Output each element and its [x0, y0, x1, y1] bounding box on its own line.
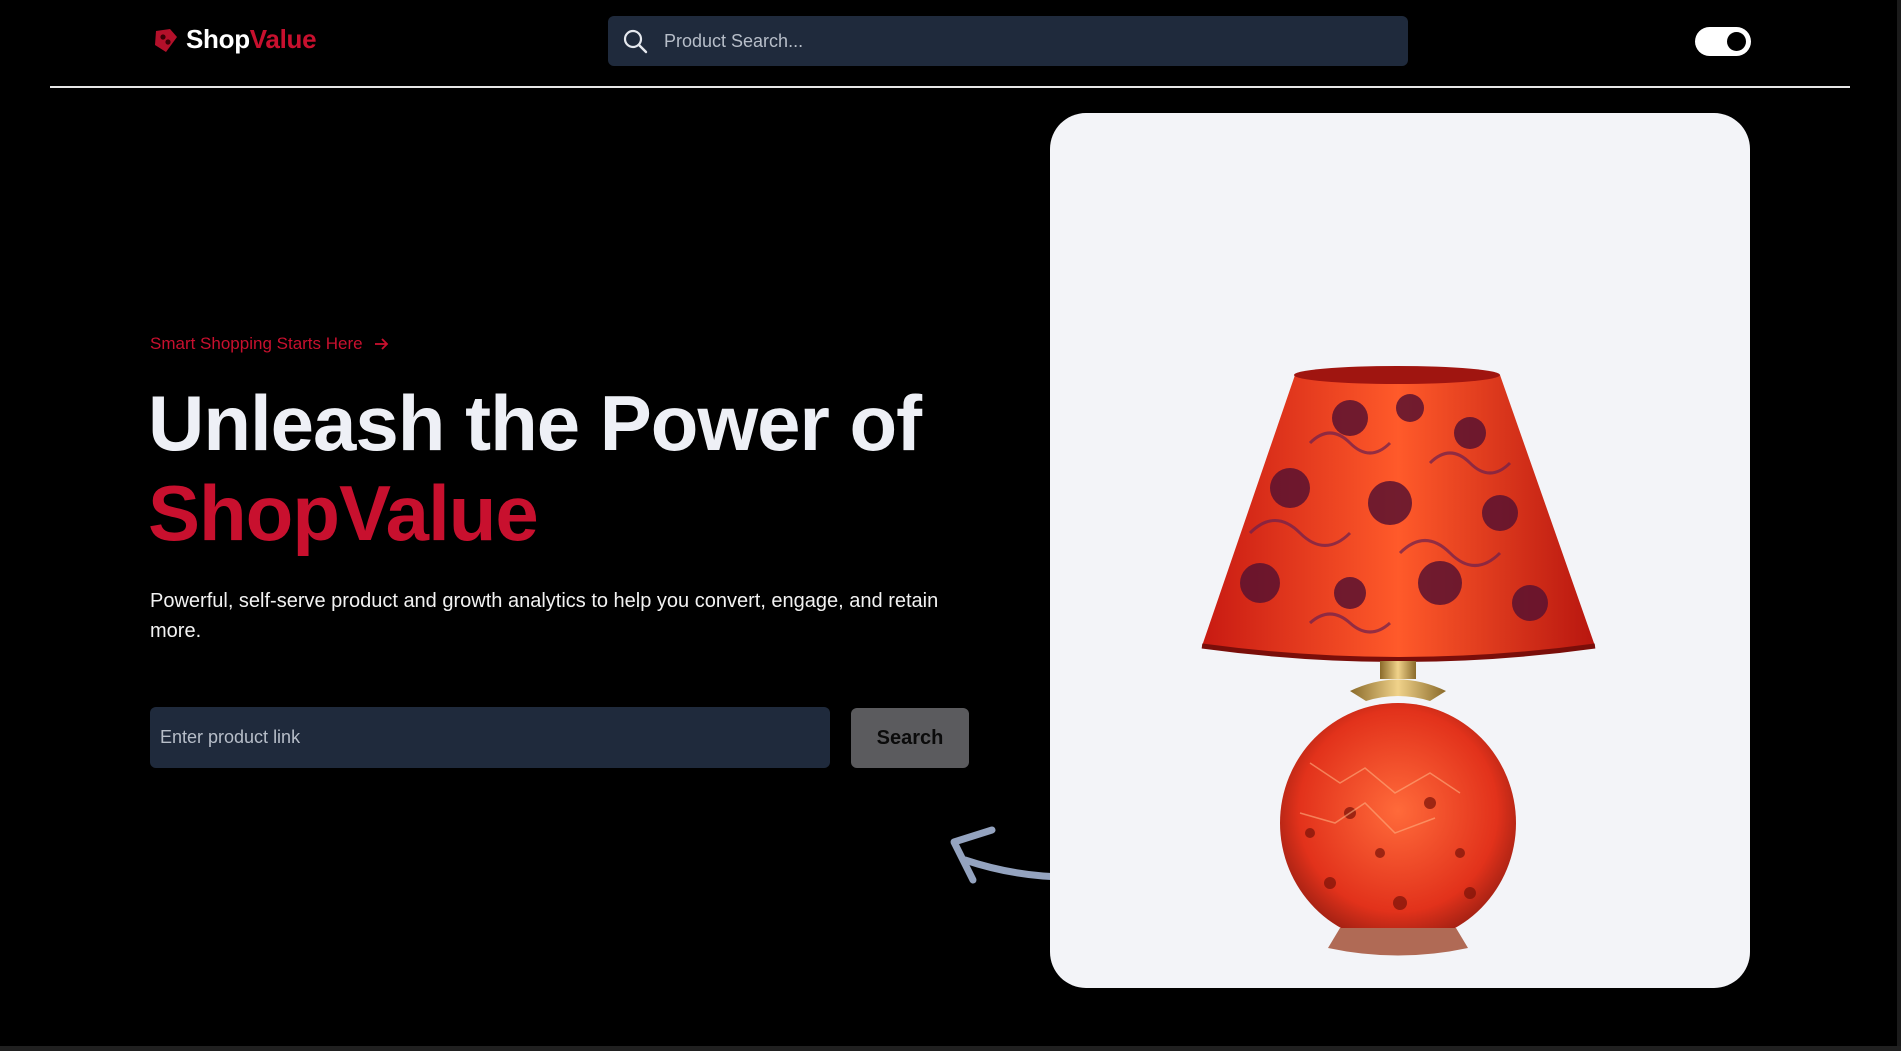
- table-lamp-illustration: [1201, 366, 1596, 956]
- tagline-text: Smart Shopping Starts Here: [150, 334, 363, 353]
- bottom-edge: [0, 1046, 1901, 1051]
- logo-icon: [155, 28, 177, 52]
- logo-text-shop: Shop: [186, 24, 250, 54]
- arrow-right-icon: [374, 338, 388, 350]
- tagline-link[interactable]: Smart Shopping Starts Here: [150, 334, 389, 354]
- headline-brand: ShopValue: [148, 469, 539, 557]
- hero-subtext: Powerful, self-serve product and growth …: [150, 590, 939, 642]
- theme-toggle[interactable]: [1695, 27, 1751, 56]
- logo-text-value: Value: [249, 24, 317, 54]
- headline-line-1: Unleash the Power of: [148, 379, 922, 467]
- product-link-input[interactable]: [150, 707, 830, 768]
- search-button[interactable]: Search: [851, 708, 969, 768]
- header-divider: [50, 86, 1850, 88]
- product-search-input[interactable]: [662, 29, 1408, 53]
- search-icon[interactable]: [622, 28, 648, 54]
- scrollbar[interactable]: [1897, 0, 1901, 1051]
- header-search: [608, 16, 1408, 66]
- toggle-knob: [1727, 32, 1746, 51]
- hero-headline: Unleash the Power of ShopValue: [148, 378, 922, 558]
- product-image-card: [1050, 113, 1750, 988]
- logo-text: ShopValue: [186, 24, 317, 55]
- logo[interactable]: ShopValue: [150, 24, 317, 55]
- page: ShopValue Smart Shopping Starts Here Unl…: [0, 0, 1897, 1046]
